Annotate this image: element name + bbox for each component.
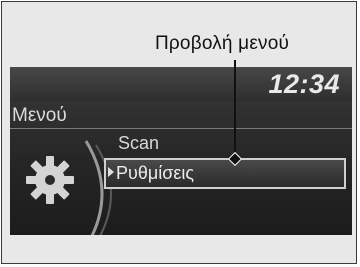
menu-item-settings[interactable]: Ρυθμίσεις: [104, 158, 346, 189]
display-screen: 12:34 Μενού Scan Ρυθμίσεις: [10, 67, 352, 235]
callout-leader-line: [234, 60, 236, 158]
callout-label: Προβολή μενού: [155, 33, 290, 54]
menu-title: Μενού: [12, 105, 67, 126]
selection-pointer-icon: [108, 167, 114, 177]
menu-item-settings-label: Ρυθμίσεις: [116, 163, 195, 183]
menu-item-scan[interactable]: Scan: [118, 133, 159, 154]
figure-frame: Προβολή μενού 12:34 Μενού Scan Ρυθμίσεις: [1, 1, 357, 264]
status-bar: 12:34: [10, 67, 352, 101]
clock: 12:34: [268, 69, 340, 99]
title-divider: [10, 128, 352, 129]
